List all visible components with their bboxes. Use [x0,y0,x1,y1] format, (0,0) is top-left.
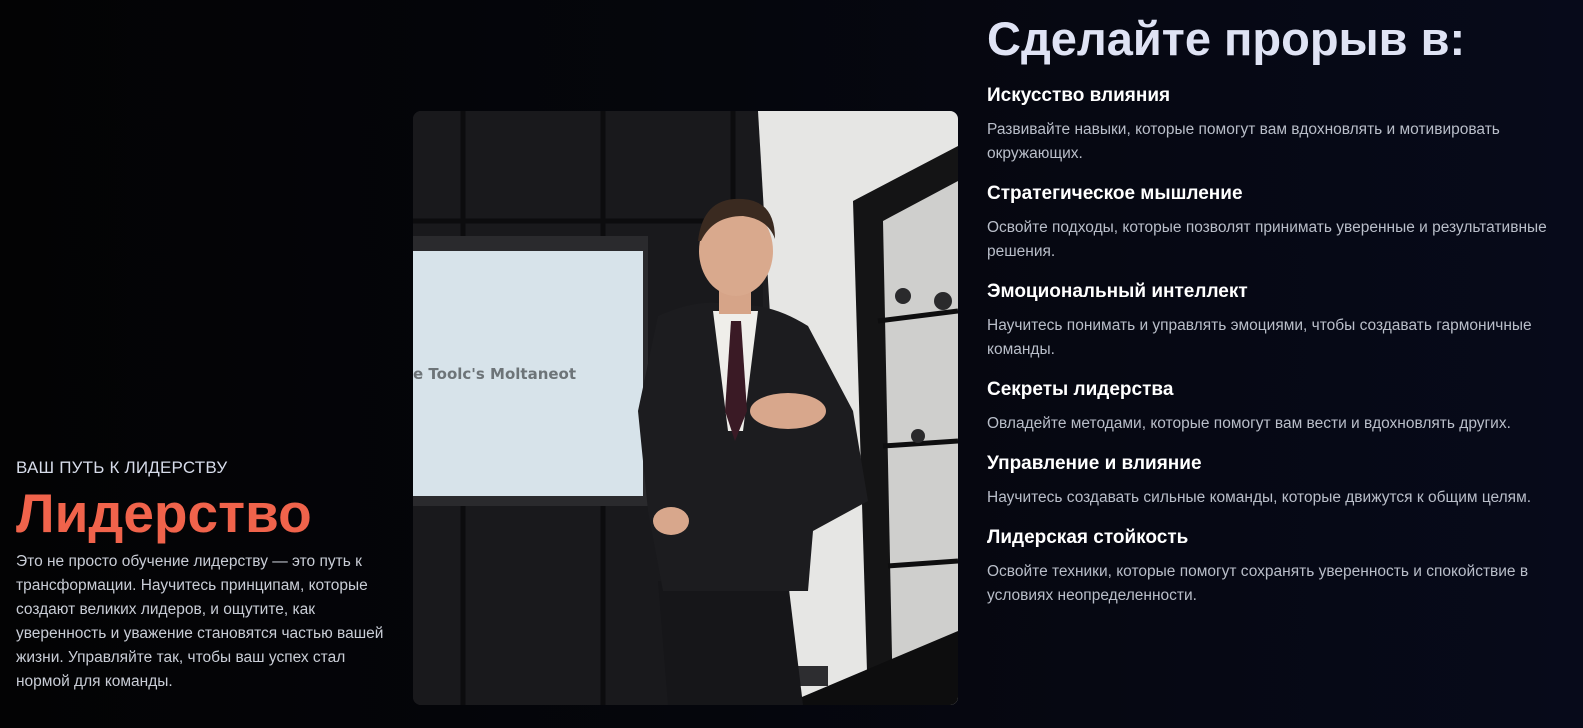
feature-description: Освойте подходы, которые позволят приним… [987,219,1547,260]
speaker-photo: e Toolc's Moltaneot [413,111,958,705]
feature-title: Эмоциональный интеллект [987,281,1248,302]
hero-eyebrow: ВАШ ПУТЬ К ЛИДЕРСТВУ [16,458,228,477]
breakthrough-section: Сделайте прорыв в: Искусство влияния Раз… [987,8,1557,624]
feature-item: Секреты лидерства Овладейте методами, ко… [987,378,1557,436]
hero-description: Это не просто обучение лидерству — это п… [16,553,384,690]
feature-title: Искусство влияния [987,85,1171,106]
feature-description: Овладейте методами, которые помогут вам … [987,415,1511,432]
hero-title: Лидерство [16,482,312,544]
hero-section: ВАШ ПУТЬ К ЛИДЕРСТВУ Лидерство Это не пр… [16,458,401,694]
feature-title: Стратегическое мышление [987,183,1243,204]
feature-item: Эмоциональный интеллект Научитесь понима… [987,280,1557,362]
feature-item: Лидерская стойкость Освойте техники, кот… [987,526,1557,608]
feature-description: Развивайте навыки, которые помогут вам в… [987,121,1500,162]
feature-item: Управление и влияние Научитесь создавать… [987,452,1557,510]
feature-description: Научитесь создавать сильные команды, кот… [987,489,1532,506]
feature-title: Управление и влияние [987,453,1202,474]
feature-title: Секреты лидерства [987,379,1174,400]
feature-item: Искусство влияния Развивайте навыки, кот… [987,84,1557,166]
feature-title: Лидерская стойкость [987,527,1189,548]
breakthrough-title: Сделайте прорыв в: [987,12,1466,65]
feature-description: Научитесь понимать и управлять эмоциями,… [987,317,1532,358]
feature-item: Стратегическое мышление Освойте подходы,… [987,182,1557,264]
feature-description: Освойте техники, которые помогут сохраня… [987,563,1529,604]
slide-text: e Toolc's Moltaneot [413,365,576,383]
